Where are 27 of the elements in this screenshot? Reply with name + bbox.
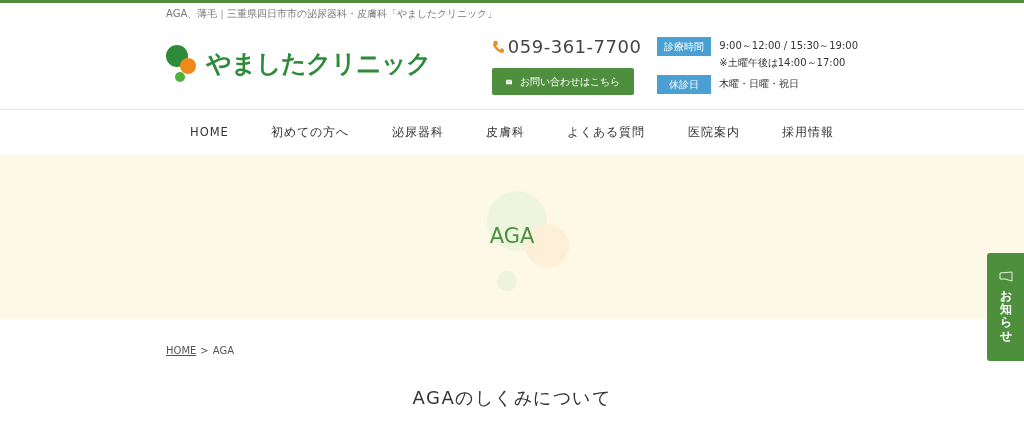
hours-text: 木曜・日曜・祝日: [719, 77, 800, 91]
mail-icon: [505, 77, 512, 86]
phone-icon: [491, 39, 504, 54]
contact-button[interactable]: お問い合わせはこちら: [491, 68, 634, 95]
breadcrumb-current: >: [200, 344, 209, 358]
phone-number: 059-361-7700: [507, 35, 642, 59]
breadcrumb-link[interactable]: HOME: [166, 343, 197, 358]
breadcrumb-current: AGA: [212, 344, 234, 358]
page-title: AGA: [489, 223, 535, 251]
news-side-tab[interactable]: お知らせ: [987, 253, 1024, 361]
nav-link[interactable]: 泌尿器科: [391, 123, 444, 142]
logo-icon: [166, 45, 198, 83]
section-heading: AGAのしくみについて: [411, 386, 613, 410]
hours-text: ※土曜午後は14:00～17:00: [719, 56, 847, 70]
nav-link[interactable]: 採用情報: [781, 123, 834, 142]
hours-label: 休診日: [657, 75, 712, 94]
megaphone-icon: [998, 271, 1013, 282]
nav-link[interactable]: よくある質問: [567, 123, 646, 142]
clinic-logo-text: やましたクリニック: [206, 48, 431, 81]
site-tagline: AGA、薄毛｜三重県四日市市の泌尿器科・皮膚科「やましたクリニック」: [166, 7, 499, 19]
hours-label: 診療時間: [657, 37, 712, 56]
hours-text: 9:00～12:00 / 15:30～19:00: [719, 39, 858, 53]
nav-link[interactable]: 医院案内: [687, 123, 740, 142]
nav-link[interactable]: 皮膚科: [485, 123, 525, 142]
side-tab-label: お知らせ: [999, 290, 1012, 343]
nav-link[interactable]: HOME: [190, 123, 229, 142]
nav-link[interactable]: 初めての方へ: [271, 123, 350, 142]
